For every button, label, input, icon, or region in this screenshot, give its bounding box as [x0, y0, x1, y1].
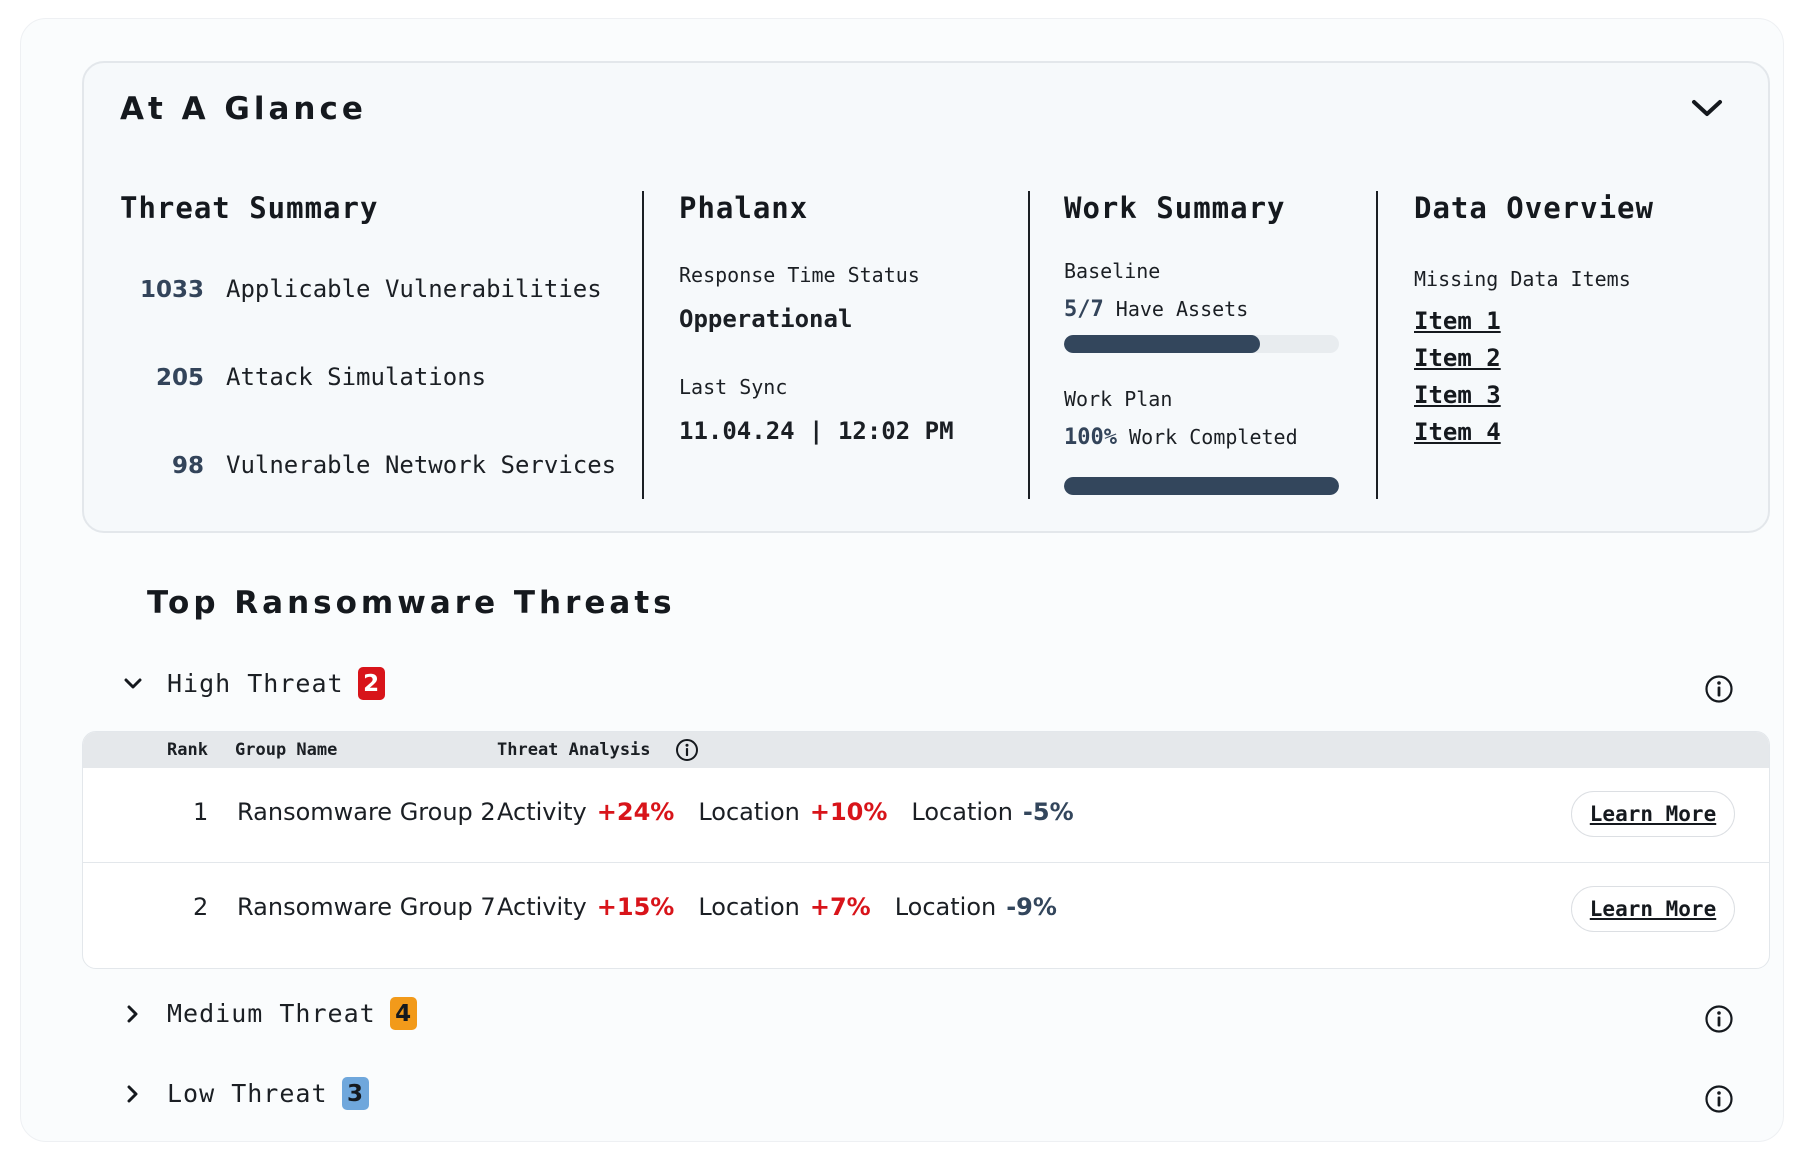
attack-simulations-count: 205: [155, 365, 204, 391]
threat-summary-title: Threat Summary: [120, 191, 379, 225]
learn-more-button[interactable]: Learn More: [1571, 886, 1735, 932]
work-plan-status: 100% Work Completed: [1064, 425, 1298, 450]
location-metric: Location +7%: [698, 893, 870, 921]
missing-data-item-link[interactable]: Item 2: [1414, 344, 1501, 372]
data-overview-column: Data Overview Missing Data Items Item 1 …: [1414, 191, 1744, 446]
threat-summary-column: Threat Summary 1033 Applicable Vulnerabi…: [120, 191, 616, 479]
table-row: 1 Ransomware Group 2 Activity +24% Locati…: [83, 768, 1769, 862]
work-summary-title: Work Summary: [1064, 191, 1286, 225]
info-icon[interactable]: [1704, 1084, 1734, 1114]
baseline-value: 5/7: [1064, 297, 1104, 322]
column-divider: [642, 191, 644, 499]
baseline-progress-bar: [1064, 335, 1339, 353]
metric-label: Location: [894, 893, 997, 921]
activity-metric: Activity +15%: [497, 893, 674, 921]
work-summary-column: Work Summary Baseline 5/7 Have Assets Wo…: [1064, 191, 1364, 495]
high-threat-label: High Threat: [167, 669, 344, 698]
response-time-status-value: Opperational: [679, 305, 853, 333]
metric-label: Location: [698, 798, 800, 826]
location-metric: Location +10%: [698, 798, 887, 826]
response-time-status-label: Response Time Status: [679, 263, 920, 287]
low-threat-count-badge: 3: [341, 1077, 369, 1110]
main-card: At A Glance Threat Summary 1033 Applicab…: [20, 18, 1784, 1142]
work-plan-value: 100%: [1064, 425, 1117, 450]
phalanx-column: Phalanx Response Time Status Opperationa…: [679, 191, 1009, 445]
chevron-down-icon[interactable]: [1690, 97, 1724, 119]
applicable-vulnerabilities-count: 1033: [139, 277, 204, 303]
metric-value: +15%: [596, 893, 675, 921]
vulnerable-network-services-count: 98: [171, 453, 204, 479]
metric-label: Location: [911, 798, 1013, 826]
applicable-vulnerabilities-label: Applicable Vulnerabilities: [226, 275, 602, 303]
metric-value: +24%: [596, 798, 675, 826]
top-ransomware-threats-title: Top Ransomware Threats: [147, 585, 676, 621]
learn-more-button[interactable]: Learn More: [1571, 791, 1735, 837]
baseline-label: Baseline: [1064, 259, 1161, 283]
work-plan-progress-bar: [1064, 477, 1339, 495]
threat-summary-item: 98 Vulnerable Network Services: [120, 451, 616, 479]
low-threat-toggle[interactable]: Low Threat 3: [119, 1077, 369, 1110]
missing-data-item-link[interactable]: Item 1: [1414, 307, 1501, 335]
info-icon[interactable]: [1704, 674, 1734, 704]
metric-label: Activity: [497, 798, 587, 826]
medium-threat-toggle[interactable]: Medium Threat 4: [119, 997, 417, 1030]
threat-summary-item: 1033 Applicable Vulnerabilities: [120, 275, 602, 303]
attack-simulations-label: Attack Simulations: [226, 363, 487, 391]
missing-data-item-link[interactable]: Item 3: [1414, 381, 1501, 409]
rank-cell: 2: [193, 893, 209, 921]
work-plan-text: Work Completed: [1129, 425, 1298, 449]
last-sync-label: Last Sync: [679, 375, 788, 399]
missing-data-items-label: Missing Data Items: [1414, 267, 1631, 291]
last-sync-value: 11.04.24 | 12:02 PM: [679, 417, 954, 445]
activity-metric: Activity +24%: [497, 798, 674, 826]
low-threat-label: Low Threat: [167, 1079, 328, 1108]
table-header: Rank Group Name Threat Analysis: [83, 732, 1769, 768]
column-divider: [1376, 191, 1378, 499]
missing-data-item-link[interactable]: Item 4: [1414, 418, 1501, 446]
rank-column-header: Rank: [167, 740, 208, 760]
threat-analysis-cell: Activity +15% Location +7% Location -9%: [497, 893, 1081, 921]
info-icon[interactable]: [1704, 1004, 1734, 1034]
baseline-progress-fill: [1064, 335, 1261, 353]
threat-analysis-column-header: Threat Analysis: [497, 740, 651, 760]
baseline-status: 5/7 Have Assets: [1064, 297, 1248, 322]
group-name-column-header: Group Name: [235, 740, 338, 760]
metric-value: -5%: [1022, 798, 1074, 826]
group-name-cell: Ransomware Group 2: [237, 798, 496, 826]
group-name-cell: Ransomware Group 7: [237, 893, 496, 921]
threat-summary-item: 205 Attack Simulations: [120, 363, 486, 391]
baseline-text: Have Assets: [1115, 297, 1249, 321]
table-row: 2 Ransomware Group 7 Activity +15% Locati…: [83, 862, 1769, 956]
location-metric: Location -5%: [911, 798, 1073, 826]
high-threat-table: Rank Group Name Threat Analysis 1 Ransom…: [82, 731, 1770, 969]
work-plan-label: Work Plan: [1064, 387, 1173, 411]
metric-value: +10%: [809, 798, 888, 826]
metric-label: Location: [698, 893, 800, 921]
at-a-glance-title: At A Glance: [120, 91, 367, 127]
phalanx-title: Phalanx: [679, 191, 809, 225]
at-a-glance-panel: At A Glance Threat Summary 1033 Applicab…: [82, 61, 1770, 533]
high-threat-count-badge: 2: [357, 667, 385, 700]
high-threat-toggle[interactable]: High Threat 2: [119, 667, 385, 700]
medium-threat-count-badge: 4: [389, 997, 417, 1030]
data-overview-title: Data Overview: [1414, 191, 1654, 225]
location-metric: Location -9%: [895, 893, 1057, 921]
column-divider: [1028, 191, 1030, 499]
threat-analysis-cell: Activity +24% Location +10% Location -5%: [497, 798, 1098, 826]
chevron-right-icon: [127, 1085, 138, 1102]
metric-value: -9%: [1006, 893, 1057, 921]
chevron-right-icon: [127, 1005, 138, 1022]
medium-threat-label: Medium Threat: [167, 999, 376, 1028]
metric-value: +7%: [809, 893, 871, 921]
metric-label: Activity: [497, 893, 587, 921]
work-plan-progress-fill: [1064, 477, 1339, 495]
rank-cell: 1: [193, 798, 209, 826]
chevron-down-icon: [124, 678, 142, 688]
info-icon[interactable]: [675, 738, 699, 762]
vulnerable-network-services-label: Vulnerable Network Services: [226, 451, 617, 479]
